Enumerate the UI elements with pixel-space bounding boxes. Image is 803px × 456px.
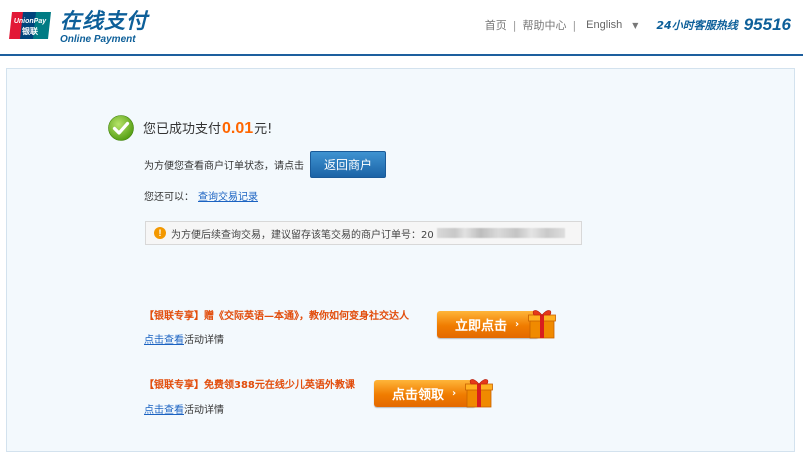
- unionpay-logo: UnionPay 银联: [9, 12, 51, 39]
- result-panel: 您已成功支付 0.01 元! 为方便您查看商户订单状态，请点击 返回商户 您还可…: [6, 68, 795, 452]
- order-number-notice: ! 为方便后续查询交易，建议留存该笔交易的商户订单号：20: [145, 221, 582, 245]
- chevron-right-icon: ›: [515, 319, 520, 330]
- promo-button-label: 点击领取: [392, 388, 445, 403]
- promo-detail-link[interactable]: 点击查看: [144, 335, 184, 346]
- query-row: 您还可以： 查询交易记录: [144, 188, 258, 203]
- success-check-icon: [108, 115, 134, 141]
- return-row: 为方便您查看商户订单状态，请点击 返回商户: [144, 151, 386, 178]
- nav-divider: |: [572, 18, 577, 32]
- promo-button-label: 立即点击: [455, 319, 508, 334]
- hotline-label: 24小时客服热线: [656, 19, 738, 32]
- brand-title: 在线支付: [60, 9, 148, 33]
- success-message: 您已成功支付 0.01 元!: [108, 115, 272, 141]
- nav-home-link[interactable]: 首页: [485, 17, 507, 33]
- promo-detail-suffix: 活动详情: [184, 335, 224, 346]
- header: UnionPay 银联 在线支付 Online Payment 首页 | 帮助中…: [0, 0, 803, 56]
- promo-title: 【银联专享】免费领388元在线少儿英语外教课: [144, 380, 355, 391]
- promo-detail: 点击查看活动详情: [144, 401, 224, 416]
- header-divider: [0, 54, 803, 56]
- payment-success-page: UnionPay 银联 在线支付 Online Payment 首页 | 帮助中…: [0, 0, 803, 456]
- chevron-right-icon: ›: [452, 388, 457, 399]
- promo-button-body[interactable]: 立即点击 ›: [437, 311, 539, 338]
- promo-claim-button[interactable]: 点击领取 ›: [374, 376, 494, 409]
- success-text: 您已成功支付 0.01 元!: [143, 118, 272, 138]
- promo-detail-link[interactable]: 点击查看: [144, 405, 184, 416]
- return-to-merchant-button[interactable]: 返回商户: [310, 151, 386, 178]
- return-prompt: 为方便您查看商户订单状态，请点击: [144, 161, 304, 172]
- success-suffix: 元!: [254, 122, 273, 137]
- info-icon: !: [154, 227, 166, 239]
- brand: 在线支付 Online Payment: [60, 9, 148, 46]
- language-selector[interactable]: English: [586, 19, 622, 31]
- logo-text-top: UnionPay: [14, 18, 47, 25]
- query-records-link[interactable]: 查询交易记录: [198, 192, 258, 203]
- success-prefix: 您已成功支付: [143, 122, 222, 137]
- nav-divider: |: [512, 18, 517, 32]
- gift-icon: [528, 310, 556, 339]
- promo-detail-suffix: 活动详情: [184, 405, 224, 416]
- payment-amount: 0.01: [222, 120, 254, 137]
- chevron-down-icon[interactable]: ▼: [632, 21, 638, 30]
- promo-click-button[interactable]: 立即点击 ›: [437, 307, 557, 340]
- promo-detail: 点击查看活动详情: [144, 331, 224, 346]
- also-prompt: 您还可以：: [144, 192, 194, 203]
- promo-title: 【银联专享】赠《交际英语—本通》，教你如何变身社交达人: [144, 311, 409, 322]
- promo-button-body[interactable]: 点击领取 ›: [374, 380, 476, 407]
- brand-subtitle: Online Payment: [60, 34, 136, 45]
- nav-help-link[interactable]: 帮助中心: [522, 17, 566, 33]
- top-nav: 首页 | 帮助中心 | English ▼ 24小时客服热线 95516: [485, 14, 791, 36]
- masked-order-number: [436, 228, 565, 238]
- gift-icon: [465, 379, 493, 408]
- hotline-number: 95516: [743, 15, 791, 34]
- notice-text: 为方便后续查询交易，建议留存该笔交易的商户订单号：20: [171, 229, 434, 241]
- logo-text-bottom: 银联: [21, 26, 38, 36]
